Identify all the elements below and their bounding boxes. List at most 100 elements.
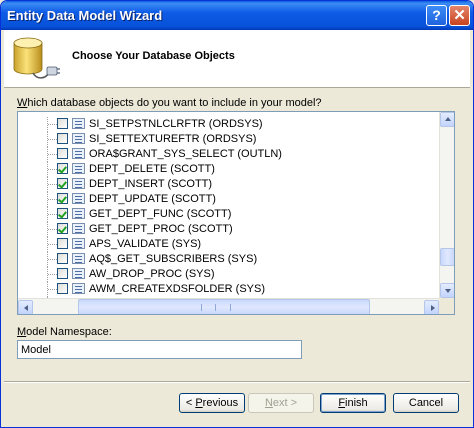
stored-procedure-icon: [72, 223, 85, 234]
item-label: GET_DEPT_FUNC (SCOTT): [89, 208, 232, 220]
arrow-right-icon: [431, 305, 435, 311]
item-label: AQ$_GET_SUBSCRIBERS (SYS): [89, 253, 258, 265]
item-label: DEPT_DELETE (SCOTT): [89, 163, 215, 175]
checkmark-icon: [58, 179, 67, 189]
next-button: Next >: [248, 393, 314, 413]
tree-item[interactable]: AW_DROP_PROC (SYS): [18, 267, 438, 282]
stored-procedure-icon: [72, 148, 85, 159]
question-mnemonic: W: [17, 97, 28, 109]
previous-button[interactable]: < Previous: [179, 393, 245, 413]
item-label: DEPT_UPDATE (SCOTT): [89, 193, 216, 205]
arrow-up-icon: [445, 117, 451, 121]
namespace-mnemonic: M: [17, 326, 27, 338]
horizontal-scroll-thumb[interactable]: [78, 299, 370, 314]
title-bar[interactable]: Entity Data Model Wizard ? ✕: [1, 1, 473, 30]
tree-item[interactable]: SI_SETPSTNLCLRFTR (ORDSYS): [18, 117, 438, 132]
tree-connector-line: [48, 229, 57, 230]
question-text: hich database objects do you want to inc…: [27, 97, 322, 109]
tree-item[interactable]: GET_DEPT_PROC (SCOTT): [18, 222, 438, 237]
next-label: ext >: [272, 397, 298, 409]
scroll-up-button[interactable]: [440, 112, 454, 127]
item-checkbox[interactable]: [57, 268, 68, 279]
database-connection-icon: [13, 37, 60, 79]
tree-connector-line: [48, 169, 57, 170]
stored-procedure-icon: [72, 238, 85, 249]
tree-item[interactable]: AWM_CREATEXDSFOLDER (SYS): [18, 282, 438, 297]
checkmark-icon: [58, 194, 67, 204]
item-label: AWM_CREATEXDSFOLDER (SYS): [89, 283, 266, 295]
item-checkbox[interactable]: [57, 283, 68, 294]
item-label: APS_VALIDATE (SYS): [89, 238, 202, 250]
database-objects-tree[interactable]: SI_SETPSTNLCLRFTR (ORDSYS) SI_SETTEXTUREF…: [17, 111, 455, 315]
stored-procedure-icon: [72, 133, 85, 144]
stored-procedure-icon: [72, 178, 85, 189]
finish-button[interactable]: Finish: [320, 393, 386, 413]
arrow-left-icon: [24, 305, 28, 311]
tree-connector-line: [48, 199, 57, 200]
model-namespace-input[interactable]: [17, 340, 302, 359]
item-checkbox[interactable]: [57, 238, 68, 249]
tree-item[interactable]: ORA$GRANT_SYS_SELECT (OUTLN): [18, 147, 438, 162]
vertical-scroll-thumb[interactable]: [440, 248, 454, 266]
page-title: Choose Your Database Objects: [72, 50, 235, 62]
close-button[interactable]: ✕: [449, 5, 470, 26]
grip-line: [229, 304, 231, 311]
item-label: DEPT_INSERT (SCOTT): [89, 178, 213, 190]
item-checkbox[interactable]: [57, 193, 68, 204]
model-namespace-label: Model Namespace:: [17, 326, 112, 338]
grip-line: [200, 304, 202, 311]
cancel-button[interactable]: Cancel: [393, 393, 459, 413]
button-separator: [4, 381, 470, 383]
tree-item[interactable]: DEPT_INSERT (SCOTT): [18, 177, 438, 192]
help-icon: ?: [432, 7, 441, 23]
tree-item[interactable]: DEPT_DELETE (SCOTT): [18, 162, 438, 177]
item-checkbox[interactable]: [57, 118, 68, 129]
finish-label: inish: [345, 397, 368, 409]
checkmark-icon: [58, 209, 67, 219]
objects-question-label: Which database objects do you want to in…: [17, 97, 322, 109]
item-checkbox[interactable]: [57, 178, 68, 189]
tree-connector-line: [48, 289, 57, 290]
tree-connector-line: [48, 184, 57, 185]
tree-item[interactable]: DEPT_UPDATE (SCOTT): [18, 192, 438, 207]
help-button[interactable]: ?: [426, 5, 447, 26]
scroll-right-button[interactable]: [424, 300, 439, 314]
namespace-label-text: odel Namespace:: [26, 326, 112, 338]
tree-connector-line: [48, 259, 57, 260]
item-checkbox[interactable]: [57, 133, 68, 144]
scrollbar-corner: [439, 298, 454, 314]
tree-item[interactable]: GET_DEPT_FUNC (SCOTT): [18, 207, 438, 222]
tree-item[interactable]: SI_SETTEXTUREFTR (ORDSYS): [18, 132, 438, 147]
item-label: SI_SETPSTNLCLRFTR (ORDSYS): [89, 118, 263, 130]
tree-connector-line: [48, 214, 57, 215]
tree-item[interactable]: APS_VALIDATE (SYS): [18, 237, 438, 252]
vertical-scrollbar[interactable]: [439, 112, 454, 298]
tree-rows: SI_SETPSTNLCLRFTR (ORDSYS) SI_SETTEXTUREF…: [18, 117, 438, 312]
window-title: Entity Data Model Wizard: [7, 8, 163, 23]
tree-connector-line: [48, 139, 57, 140]
item-label: ORA$GRANT_SYS_SELECT (OUTLN): [89, 148, 282, 160]
stored-procedure-icon: [72, 163, 85, 174]
item-checkbox[interactable]: [57, 223, 68, 234]
previous-prefix: <: [185, 397, 196, 409]
item-checkbox[interactable]: [57, 253, 68, 264]
stored-procedure-icon: [72, 193, 85, 204]
next-mnemonic: N: [264, 397, 273, 409]
tree-connector-line: [48, 154, 57, 155]
previous-mnemonic: P: [195, 397, 203, 409]
item-checkbox[interactable]: [57, 208, 68, 219]
scroll-left-button[interactable]: [18, 300, 33, 314]
stored-procedure-icon: [72, 118, 85, 129]
item-checkbox[interactable]: [57, 148, 68, 159]
tree-connector-line: [48, 244, 57, 245]
wizard-window: Entity Data Model Wizard ? ✕ Choose Your: [0, 0, 474, 428]
stored-procedure-icon: [72, 208, 85, 219]
wizard-header: Choose Your Database Objects: [4, 30, 470, 88]
item-label: GET_DEPT_PROC (SCOTT): [89, 223, 233, 235]
horizontal-scrollbar[interactable]: [18, 298, 439, 314]
tree-item[interactable]: AQ$_GET_SUBSCRIBERS (SYS): [18, 252, 438, 267]
grip-line: [215, 304, 217, 311]
scroll-down-button[interactable]: [440, 283, 454, 298]
item-label: SI_SETTEXTUREFTR (ORDSYS): [89, 133, 257, 145]
item-checkbox[interactable]: [57, 163, 68, 174]
